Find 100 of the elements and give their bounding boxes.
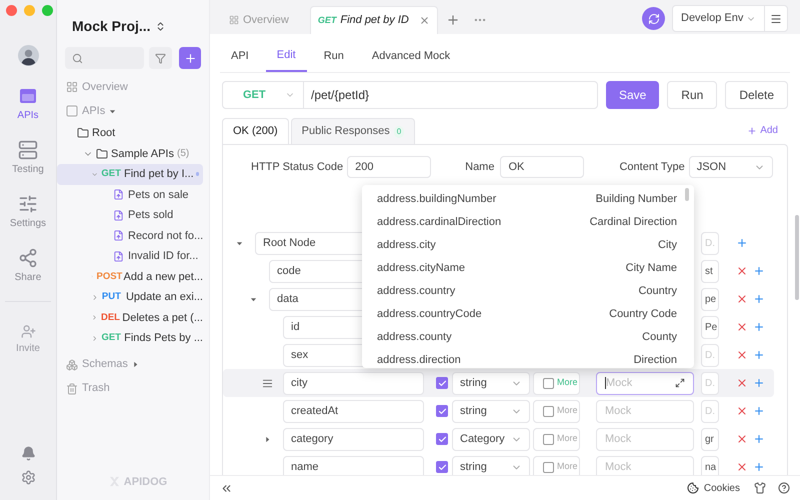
action-button[interactable]: Run (667, 81, 718, 109)
scrollbar-thumb[interactable] (685, 188, 689, 201)
add-icon[interactable] (753, 293, 765, 305)
required-checkbox[interactable] (436, 405, 448, 417)
sub-tab[interactable]: Advanced Mock (360, 40, 462, 72)
add-icon[interactable] (753, 265, 765, 277)
response-tab[interactable]: OK (200) (222, 118, 289, 144)
caret-down-icon[interactable] (236, 240, 242, 246)
help-icon[interactable] (778, 482, 790, 494)
delete-icon[interactable] (736, 349, 748, 361)
scrollbar-thumb[interactable] (795, 215, 799, 300)
nullable-checkbox[interactable] (543, 434, 554, 444)
required-checkbox[interactable] (436, 377, 448, 389)
example-name[interactable]: Pets sold (128, 207, 174, 224)
status-code-input[interactable]: 200 (347, 156, 432, 178)
nullable-checkbox[interactable] (543, 378, 554, 388)
new-tab-icon[interactable] (446, 13, 460, 27)
chevron-right-icon[interactable] (91, 313, 98, 322)
field-name-input[interactable]: city (283, 372, 424, 394)
close-icon[interactable] (418, 15, 430, 26)
delete-icon[interactable] (736, 265, 748, 277)
rail-label[interactable]: APIs (17, 108, 39, 123)
sync-button[interactable] (642, 7, 665, 30)
notifications-icon[interactable] (20, 446, 36, 461)
chevron-right-icon[interactable] (91, 292, 99, 302)
search-field[interactable] (65, 47, 144, 69)
response-title-input[interactable]: OK (500, 156, 584, 178)
suggestion-item[interactable]: address.cardinalDirection Cardinal Direction (362, 211, 694, 234)
caret-right-icon[interactable] (132, 361, 139, 368)
delete-icon[interactable] (736, 433, 748, 445)
avatar[interactable] (18, 45, 38, 66)
grid-icon (229, 15, 239, 25)
description-input[interactable]: Pe (701, 316, 719, 338)
action-button[interactable]: Delete (725, 81, 788, 109)
nullable-checkbox[interactable] (543, 406, 554, 416)
menu-icon (770, 12, 782, 24)
project-name[interactable]: Mock Proj... (72, 16, 151, 36)
suggestion-item[interactable]: address.buildingNumber Building Number (362, 188, 694, 211)
close-window-icon[interactable] (6, 5, 17, 16)
folder-name[interactable]: Root (92, 125, 116, 142)
add-icon[interactable] (753, 405, 765, 417)
add-icon[interactable] (753, 461, 765, 473)
cookies-link[interactable]: Cookies (704, 480, 740, 496)
example-name[interactable]: Record not fo... (128, 228, 204, 244)
check-icon (438, 406, 446, 416)
delete-icon[interactable] (736, 377, 748, 389)
filter-button[interactable] (149, 47, 172, 69)
example-name[interactable]: Pets on sale (128, 186, 189, 203)
description-input[interactable]: na (701, 456, 719, 475)
type-select[interactable]: string (452, 400, 530, 422)
add-icon[interactable] (753, 321, 765, 333)
delete-icon[interactable] (736, 461, 748, 473)
description-input[interactable]: pe (701, 288, 719, 310)
type-select[interactable]: string (452, 456, 530, 475)
folder-icon (96, 148, 108, 160)
endpoint-item[interactable]: GET Find pet by I... (57, 164, 203, 184)
type-select[interactable]: Category (452, 428, 530, 450)
delete-icon[interactable] (736, 405, 748, 417)
method-label: PUT (102, 290, 122, 304)
folder-name[interactable]: Sample APIs (111, 146, 174, 162)
example-name[interactable]: Invalid ID for... (128, 248, 198, 264)
add-response-link[interactable]: Add (747, 123, 778, 138)
add-icon[interactable] (753, 433, 765, 445)
stacked-rows-icon (18, 140, 38, 160)
field-name-input[interactable]: createdAt (283, 400, 424, 422)
caret-right-icon[interactable] (264, 436, 270, 442)
add-icon[interactable] (753, 377, 765, 389)
sub-tab[interactable]: Run (312, 40, 355, 72)
boxes-icon (66, 358, 78, 370)
add-button[interactable] (179, 47, 201, 69)
content-type-select[interactable]: JSON (688, 156, 773, 178)
folder-icon (77, 127, 89, 140)
field-name-input[interactable]: category (283, 428, 424, 450)
type-select[interactable]: string (452, 372, 530, 394)
delete-icon[interactable] (736, 293, 748, 305)
add-icon[interactable] (736, 237, 748, 249)
maximize-window-icon[interactable] (42, 5, 53, 16)
description-input[interactable]: st (701, 260, 719, 282)
settings-icon[interactable] (20, 470, 36, 485)
description-input[interactable]: gr (701, 428, 719, 450)
chevron-right-icon[interactable] (91, 334, 98, 343)
delete-icon[interactable] (736, 321, 748, 333)
editor-tab[interactable]: GET Find pet by ID (310, 6, 438, 34)
plus-icon (184, 52, 196, 64)
required-checkbox[interactable] (436, 433, 448, 445)
caret-down-icon[interactable] (250, 296, 256, 302)
field-name-input[interactable]: name (283, 456, 424, 475)
trash-icon (66, 382, 78, 394)
action-button[interactable]: Save (606, 81, 660, 109)
caret-down-icon[interactable] (109, 108, 116, 114)
required-checkbox[interactable] (436, 461, 448, 473)
sub-tab[interactable]: Edit (266, 40, 307, 72)
nullable-checkbox[interactable] (543, 462, 554, 472)
expand-icon[interactable] (675, 378, 685, 388)
endpoint-name: Find pet by I... (124, 167, 194, 182)
add-icon[interactable] (753, 349, 765, 361)
response-tab[interactable]: Public Responses 0 (290, 118, 416, 144)
shirt-icon[interactable] (754, 482, 766, 494)
sub-tab[interactable]: API (220, 40, 260, 72)
drag-handle-icon[interactable] (262, 378, 272, 388)
